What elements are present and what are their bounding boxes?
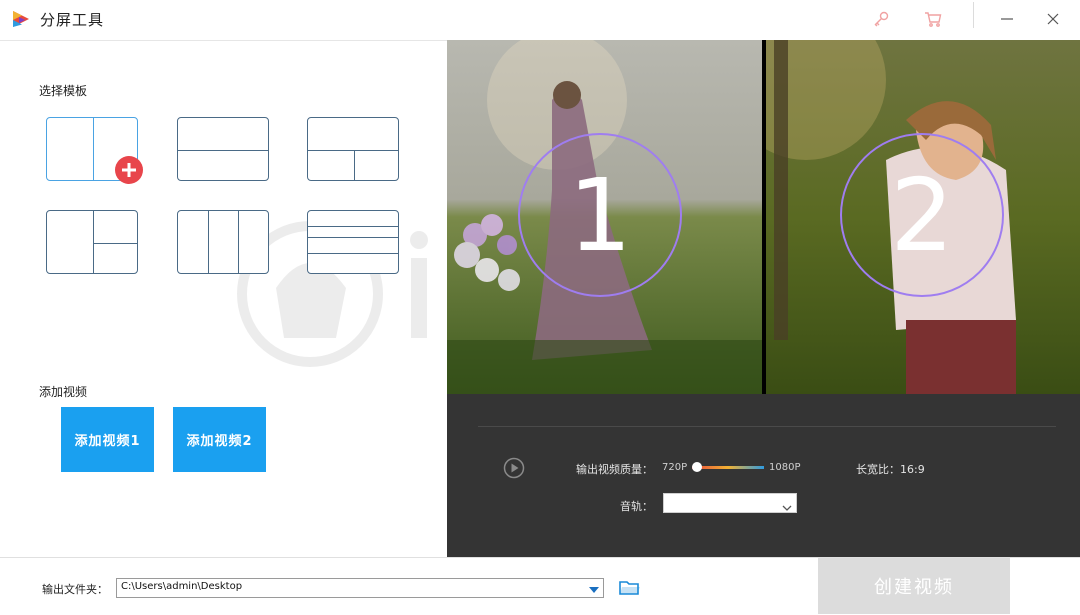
audio-track-label: 音轨： [620, 498, 653, 514]
title-bar [0, 0, 1080, 41]
add-video-section-label: 添加视频 [39, 383, 87, 400]
template-left-two-right[interactable] [46, 210, 138, 274]
aspect-label-text: 长宽比： [856, 463, 900, 476]
template-two-rows[interactable] [177, 117, 269, 181]
cart-icon[interactable] [920, 6, 946, 32]
add-video-1-button[interactable]: 添加视频1 [61, 407, 154, 472]
controls-panel [447, 394, 1080, 557]
aspect-label: 长宽比：16:9 [856, 461, 925, 477]
quality-max-label: 1080P [769, 462, 800, 473]
template-section-label: 选择模板 [39, 82, 87, 99]
quality-slider-track[interactable] [692, 466, 764, 469]
add-icon[interactable] [115, 156, 143, 184]
video-preview: 1 2 [447, 40, 1080, 394]
template-three-rows[interactable] [307, 210, 399, 274]
preview-pane-2[interactable]: 2 [766, 40, 1080, 394]
playback-track[interactable] [478, 426, 1056, 427]
quality-min-label: 720P [662, 462, 687, 473]
template-three-columns[interactable] [177, 210, 269, 274]
pane-2-number: 2 [840, 133, 1004, 297]
add-video-2-button[interactable]: 添加视频2 [173, 407, 266, 472]
preview-pane-1[interactable]: 1 [447, 40, 762, 394]
close-icon[interactable] [1040, 6, 1066, 32]
quality-slider-knob[interactable] [692, 462, 702, 472]
titlebar-separator [973, 2, 974, 28]
quality-label: 输出视频质量： [576, 461, 653, 477]
output-folder-label: 输出文件夹： [42, 581, 108, 597]
output-path-text: C:\Users\admin\Desktop [121, 581, 242, 592]
path-dropdown-arrow-icon[interactable] [586, 582, 602, 596]
dropdown-arrow-icon[interactable] [782, 498, 792, 517]
pane-1-number: 1 [518, 133, 682, 297]
audio-track-select[interactable] [663, 493, 797, 513]
template-top-two-bottom[interactable] [307, 117, 399, 181]
app-title: 分屏工具 [40, 9, 104, 30]
play-icon[interactable] [503, 457, 525, 479]
output-path-field[interactable]: C:\Users\admin\Desktop [116, 578, 604, 598]
folder-icon[interactable] [619, 578, 641, 598]
app-logo-icon [10, 8, 32, 30]
minimize-icon[interactable] [994, 6, 1020, 32]
key-icon[interactable] [868, 6, 894, 32]
create-video-button[interactable]: 创建视频 [818, 558, 1010, 614]
aspect-value: 16:9 [900, 463, 925, 476]
